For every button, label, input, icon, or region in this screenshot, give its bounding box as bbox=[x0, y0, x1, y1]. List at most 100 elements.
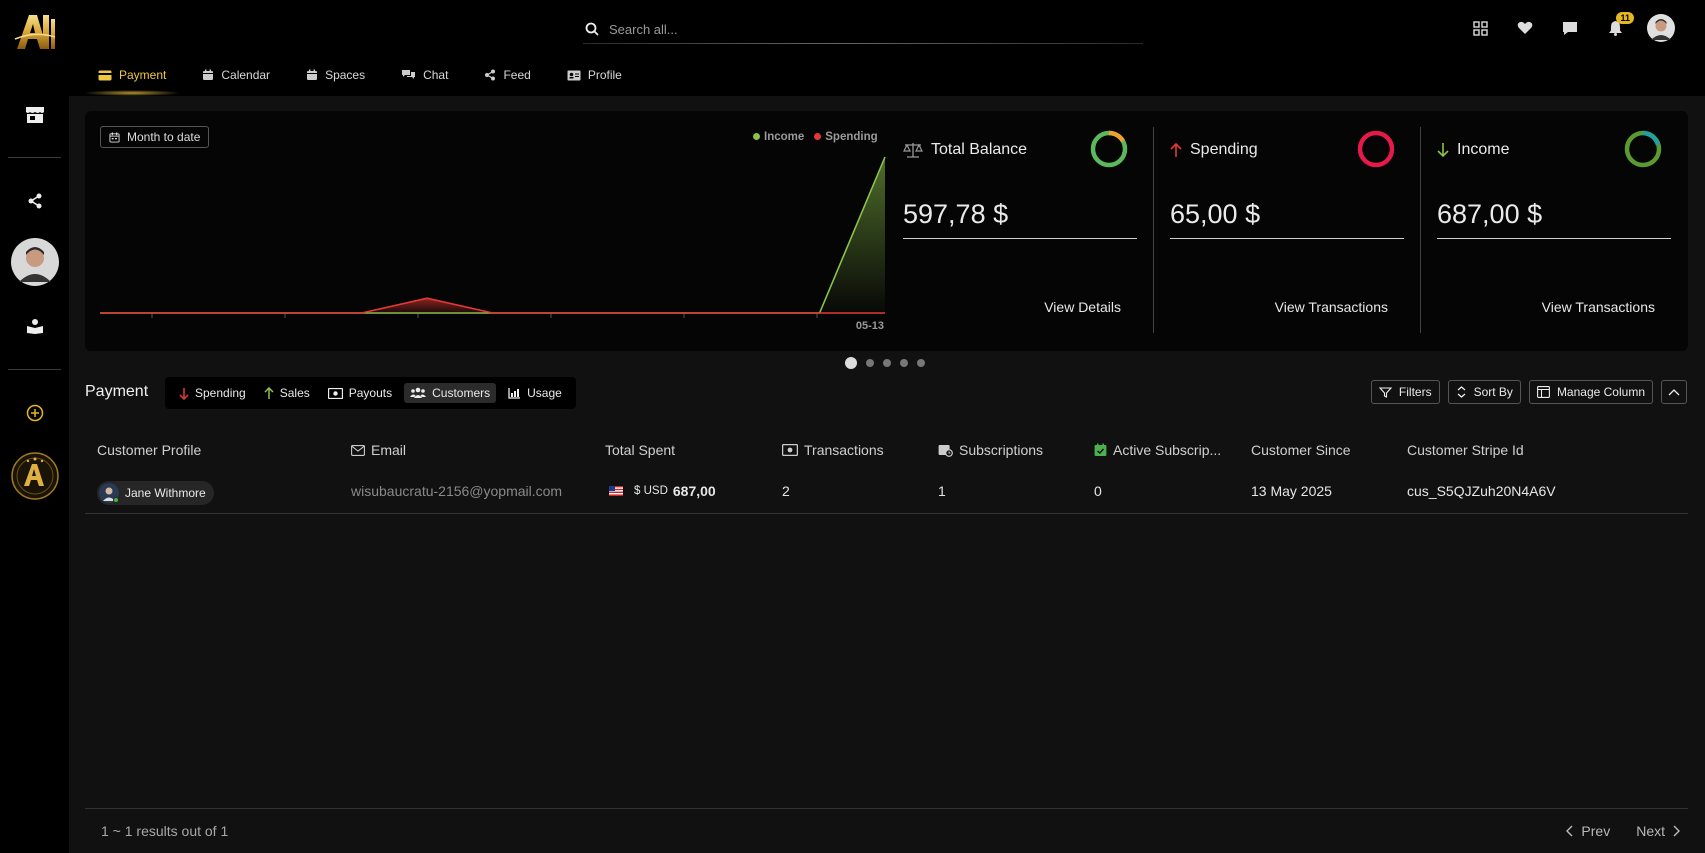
column-label: Subscriptions bbox=[959, 442, 1044, 458]
calendar-check-icon bbox=[1094, 443, 1107, 456]
share-icon bbox=[485, 69, 496, 81]
main-tabs: Payment Calendar Spaces Chat Feed Profil… bbox=[83, 64, 643, 96]
column-header[interactable]: Customer Stripe Id bbox=[1407, 442, 1524, 458]
tab-feed[interactable]: Feed bbox=[469, 64, 545, 86]
chart-icon bbox=[508, 388, 521, 399]
month-to-date-label: Month to date bbox=[127, 130, 201, 144]
credit-card-icon bbox=[98, 70, 112, 80]
arrow-up-icon bbox=[1170, 142, 1182, 157]
community-badge-icon[interactable] bbox=[0, 450, 69, 502]
tab-label: Calendar bbox=[221, 68, 271, 82]
column-header[interactable]: Customer Since bbox=[1251, 442, 1351, 458]
column-header[interactable]: Active Subscrip... bbox=[1094, 442, 1221, 458]
users-icon bbox=[410, 387, 427, 398]
view-details-link[interactable]: View Details bbox=[1044, 299, 1121, 315]
amount-value: 687,00 bbox=[672, 483, 716, 499]
manage-column-label: Manage Column bbox=[1556, 385, 1645, 399]
book-reader-icon[interactable] bbox=[0, 312, 69, 340]
income-series-line bbox=[100, 156, 886, 314]
card-title: Spending bbox=[1190, 141, 1258, 158]
filters-label: Filters bbox=[1398, 385, 1432, 399]
column-header[interactable]: Email bbox=[351, 442, 406, 458]
subtab-label: Customers bbox=[432, 386, 491, 400]
customer-chip[interactable]: Jane Withmore bbox=[97, 481, 214, 505]
table-footer: 1 ~ 1 results out of 1 Prev Next bbox=[85, 808, 1688, 853]
next-button[interactable]: Next bbox=[1636, 823, 1680, 839]
total-balance-card: Total Balance 597,78 $ View Details bbox=[889, 127, 1139, 333]
manage-column-button[interactable]: Manage Column bbox=[1528, 380, 1653, 404]
envelope-icon bbox=[351, 444, 365, 456]
carousel-dot[interactable] bbox=[866, 359, 874, 367]
sidebar-avatar[interactable] bbox=[0, 238, 69, 286]
spending-series-area bbox=[100, 298, 885, 313]
tab-chat[interactable]: Chat bbox=[386, 64, 463, 86]
tab-calendar[interactable]: Calendar bbox=[187, 64, 285, 86]
next-label: Next bbox=[1636, 823, 1665, 839]
carousel-dot[interactable] bbox=[917, 359, 925, 367]
carousel-dot[interactable] bbox=[845, 357, 857, 369]
email-cell: wisubaucratu-2156@yopmail.com bbox=[351, 483, 563, 499]
subtab-label: Sales bbox=[279, 386, 310, 400]
prev-button[interactable]: Prev bbox=[1566, 823, 1610, 839]
tab-label: Chat bbox=[423, 68, 449, 82]
arrow-up-icon bbox=[264, 386, 274, 399]
carousel-dot[interactable] bbox=[883, 359, 891, 367]
carousel-dot[interactable] bbox=[900, 359, 908, 367]
balance-ring-icon bbox=[1090, 130, 1128, 168]
filters-button[interactable]: Filters bbox=[1370, 380, 1440, 404]
collapse-button[interactable] bbox=[1661, 380, 1687, 404]
store-icon[interactable] bbox=[0, 100, 69, 130]
column-label: Active Subscrip... bbox=[1113, 442, 1222, 458]
app-logo[interactable] bbox=[0, 8, 69, 56]
payment-section-title: Payment bbox=[85, 383, 149, 400]
tab-profile[interactable]: Profile bbox=[552, 64, 637, 86]
subtab-label: Payouts bbox=[348, 386, 393, 400]
subtab-payouts[interactable]: Payouts bbox=[322, 383, 398, 403]
subtab-label: Usage bbox=[527, 386, 562, 400]
heart-icon[interactable] bbox=[1512, 14, 1538, 42]
bell-icon[interactable]: 11 bbox=[1602, 12, 1634, 42]
stripe-id-cell: cus_S5QJZuh20N4A6V bbox=[1407, 483, 1556, 499]
left-sidebar bbox=[0, 0, 69, 853]
share-icon[interactable] bbox=[0, 187, 69, 215]
search-bar[interactable] bbox=[583, 14, 1143, 44]
subtab-usage[interactable]: Usage bbox=[502, 383, 568, 403]
subscriptions-cell: 1 bbox=[938, 483, 946, 499]
active-subscriptions-cell: 0 bbox=[1094, 483, 1102, 499]
legend-income[interactable]: Income bbox=[753, 131, 804, 143]
tab-spaces[interactable]: Spaces bbox=[291, 64, 380, 86]
calendar-clock-icon bbox=[938, 445, 953, 457]
column-label: Customer Since bbox=[1251, 442, 1351, 458]
user-avatar[interactable] bbox=[1647, 14, 1675, 42]
column-header[interactable]: Customer Profile bbox=[97, 442, 201, 458]
subtab-spending[interactable]: Spending bbox=[173, 383, 252, 403]
spending-card: Spending 65,00 $ View Transactions bbox=[1156, 127, 1406, 333]
message-icon[interactable] bbox=[1557, 14, 1583, 42]
grid-apps-icon[interactable] bbox=[1467, 14, 1493, 42]
view-transactions-link[interactable]: View Transactions bbox=[1542, 299, 1655, 315]
add-circle-icon[interactable] bbox=[0, 400, 69, 426]
search-input[interactable] bbox=[609, 21, 1079, 37]
view-transactions-link[interactable]: View Transactions bbox=[1275, 299, 1388, 315]
top-bar: 11 Payment Calendar Spaces Chat Feed P bbox=[69, 0, 1705, 96]
month-to-date-button[interactable]: Month to date bbox=[100, 126, 210, 148]
chevron-up-icon bbox=[1668, 389, 1680, 396]
notification-badge: 11 bbox=[1616, 12, 1634, 24]
sort-by-button[interactable]: Sort By bbox=[1447, 380, 1521, 404]
table-row[interactable]: Jane Withmore wisubaucratu-2156@yopmail.… bbox=[85, 472, 1688, 514]
customer-profile-cell[interactable]: Jane Withmore bbox=[97, 481, 214, 505]
tab-payment[interactable]: Payment bbox=[83, 64, 182, 96]
overview-panel: 05-13 Month to date Income Spending Tota… bbox=[85, 111, 1688, 351]
column-header[interactable]: Total Spent bbox=[605, 442, 675, 458]
column-header[interactable]: Transactions bbox=[782, 442, 884, 458]
legend-spending[interactable]: Spending bbox=[814, 131, 878, 143]
money-icon bbox=[782, 444, 798, 456]
subtab-sales[interactable]: Sales bbox=[258, 383, 316, 403]
card-title: Total Balance bbox=[931, 141, 1028, 158]
card-title: Income bbox=[1457, 141, 1510, 158]
chat-icon bbox=[402, 70, 416, 79]
arrow-down-icon bbox=[179, 387, 189, 400]
payment-subtabs: Spending Sales Payouts Customers Usage bbox=[165, 377, 576, 409]
column-header[interactable]: Subscriptions bbox=[938, 442, 1043, 458]
subtab-customers[interactable]: Customers bbox=[404, 383, 497, 403]
